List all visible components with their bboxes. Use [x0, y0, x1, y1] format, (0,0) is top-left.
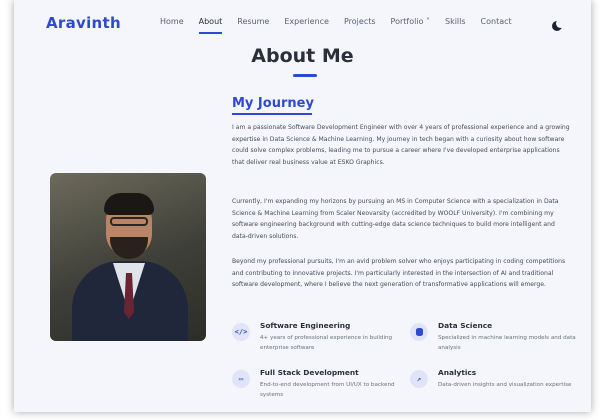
journey-underline	[232, 113, 312, 115]
photo-glasses	[110, 217, 148, 226]
nav-item-portfolio[interactable]: Portfolio ˅	[391, 17, 430, 34]
laptop-icon: ▭	[232, 370, 250, 388]
feature-title: Analytics	[438, 368, 477, 377]
photo-hair	[104, 193, 154, 215]
feature-title: Full Stack Development	[260, 368, 359, 377]
feature-description: Data-driven insights and visualization e…	[438, 382, 572, 388]
nav-item-projects[interactable]: Projects	[344, 17, 376, 34]
feature-description: 4+ years of professional experience in b…	[260, 335, 393, 351]
profile-photo	[50, 173, 206, 341]
journey-paragraph-2: Currently, I'm expanding my horizons by …	[232, 198, 559, 241]
journey-paragraph-1: I am a passionate Software Development E…	[232, 124, 570, 167]
navbar: Aravinth Home About Resume Experience Pr…	[14, 0, 591, 40]
nav-item-resume[interactable]: Resume	[237, 17, 269, 34]
moon-icon[interactable]	[552, 19, 565, 31]
feature-title: Software Engineering	[260, 321, 351, 330]
photo-beard	[110, 237, 148, 259]
journey-heading: My Journey	[232, 96, 314, 111]
feature-description: End-to-end development from UI/UX to bac…	[260, 382, 395, 398]
nav-item-home[interactable]: Home	[160, 17, 184, 34]
journey-paragraph-3: Beyond my professional pursuits, I'm an …	[232, 258, 566, 289]
chart-line-icon: ↗	[410, 370, 428, 388]
page-frame: Aravinth Home About Resume Experience Pr…	[14, 0, 591, 412]
page-title: About Me	[251, 45, 354, 67]
code-icon: </>	[232, 323, 250, 341]
brand-logo[interactable]: Aravinth	[46, 14, 121, 32]
title-underline	[293, 74, 317, 77]
nav-item-skills[interactable]: Skills	[445, 17, 466, 34]
feature-title: Data Science	[438, 321, 493, 330]
nav-item-about[interactable]: About	[198, 17, 223, 34]
nav-item-contact[interactable]: Contact	[481, 17, 512, 34]
feature-description: Specialized in machine learning models a…	[438, 335, 576, 351]
nav-item-experience[interactable]: Experience	[284, 17, 329, 34]
nav-menu: Home About Resume Experience Projects Po…	[160, 17, 527, 34]
database-icon	[410, 323, 428, 341]
